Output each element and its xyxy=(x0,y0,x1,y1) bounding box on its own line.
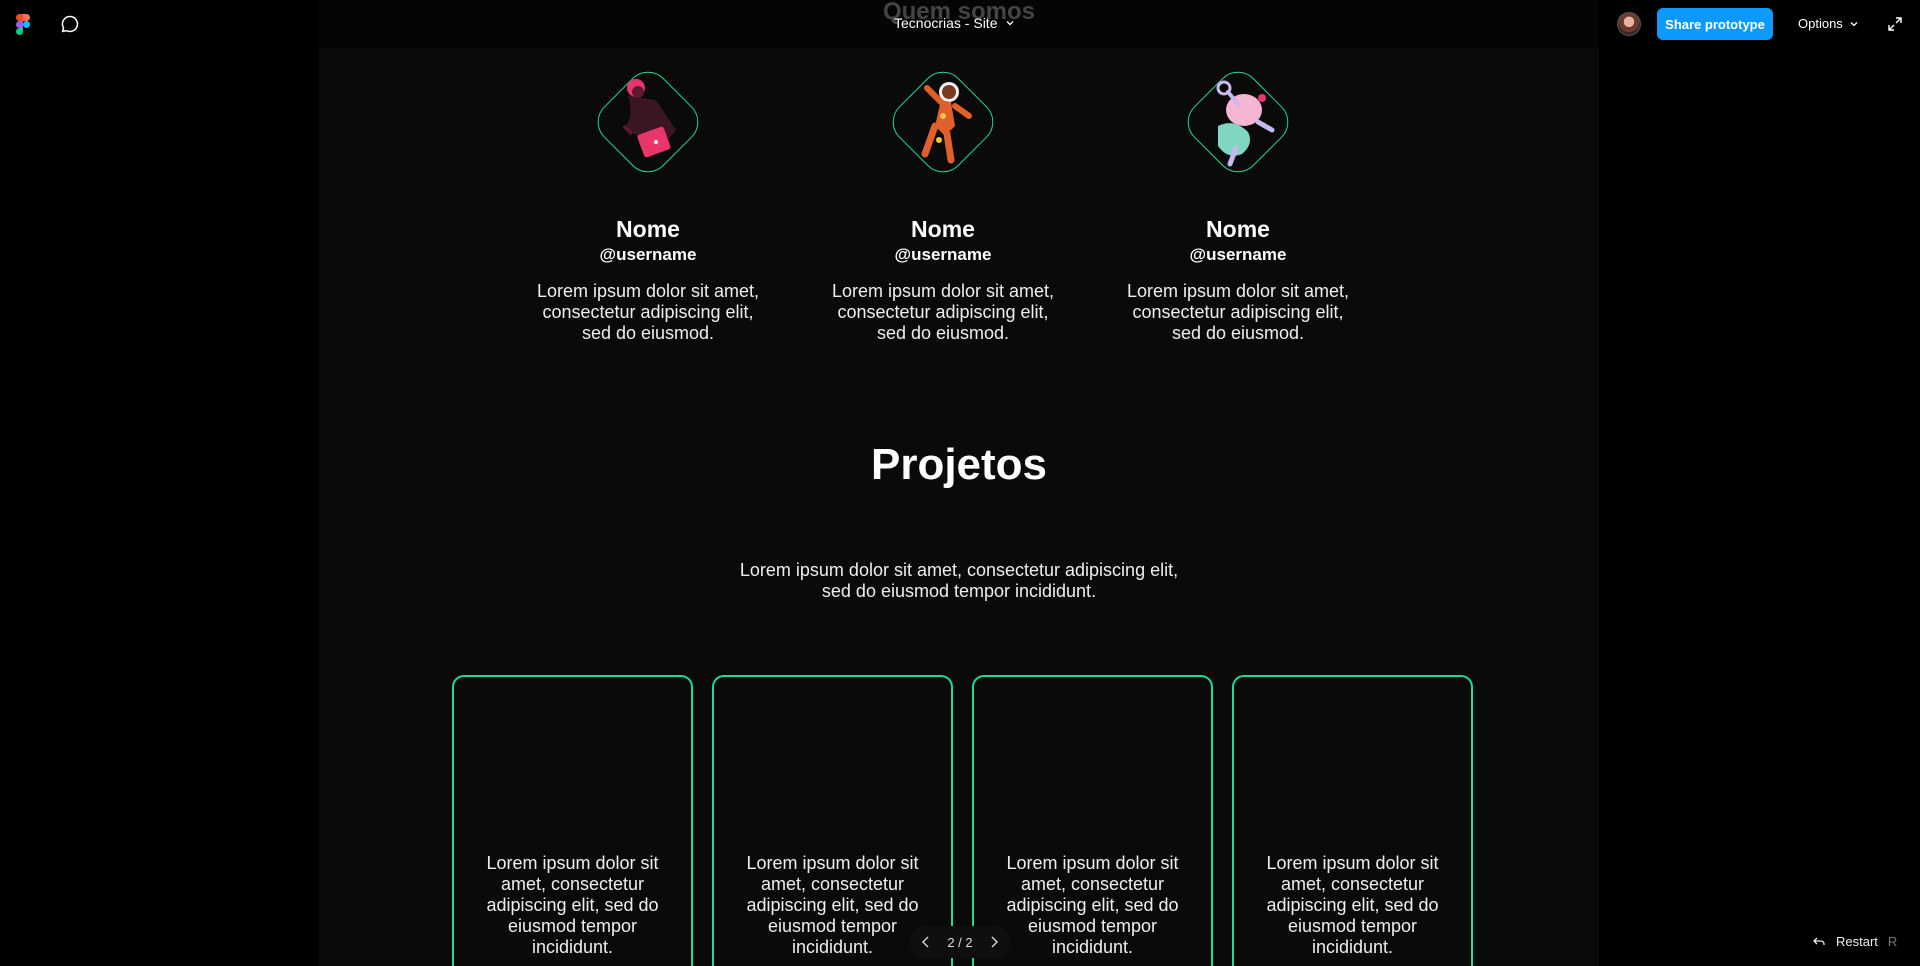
astronaut-icon xyxy=(921,82,972,164)
project-card[interactable]: Lorem ipsum dolor sit amet, consectetur … xyxy=(1232,675,1473,966)
member-description: Lorem ipsum dolor sit amet, consectetur … xyxy=(536,281,760,343)
restart-button[interactable]: Restart R xyxy=(1812,934,1897,949)
person-laptop-icon xyxy=(622,79,676,158)
member-avatar xyxy=(588,62,708,182)
comment-icon[interactable] xyxy=(60,14,80,34)
chevron-right-icon[interactable] xyxy=(986,934,1002,950)
page-navigator: 2 / 2 xyxy=(910,926,1010,958)
member-description: Lorem ipsum dolor sit amet, consectetur … xyxy=(1126,281,1350,343)
member-card: Nome @username Lorem ipsum dolor sit ame… xyxy=(1118,62,1358,344)
file-title: Tecnocrias - Site xyxy=(894,15,998,31)
member-name: Nome xyxy=(911,216,975,242)
member-name: Nome xyxy=(616,216,680,242)
projects-title: Projetos xyxy=(870,440,1048,489)
member-username: @username xyxy=(1189,245,1287,264)
restart-icon xyxy=(1813,937,1825,945)
member-description: Lorem ipsum dolor sit amet, consectetur … xyxy=(831,281,1055,343)
member-card: Nome @username Lorem ipsum dolor sit ame… xyxy=(823,62,1063,344)
page-indicator: 2 / 2 xyxy=(947,934,973,950)
member-username: @username xyxy=(599,245,697,264)
file-title-menu[interactable]: Tecnocrias - Site xyxy=(894,15,1015,31)
restart-shortcut-key: R xyxy=(1887,934,1898,949)
chevron-down-icon xyxy=(1850,21,1858,26)
project-card-text: Lorem ipsum dolor sit amet, consectetur … xyxy=(746,853,919,957)
project-card-text: Lorem ipsum dolor sit amet, consectetur … xyxy=(486,853,659,957)
project-card[interactable]: Lorem ipsum dolor sit amet, consectetur … xyxy=(712,675,953,966)
avatar[interactable] xyxy=(1617,12,1641,36)
projects-description: Lorem ipsum dolor sit amet, consectetur … xyxy=(739,560,1179,601)
project-card[interactable]: Lorem ipsum dolor sit amet, consectetur … xyxy=(972,675,1213,966)
project-card-text: Lorem ipsum dolor sit amet, consectetur … xyxy=(1006,853,1179,957)
floating-person-icon xyxy=(1216,80,1275,167)
member-username: @username xyxy=(894,245,992,264)
share-prototype-button[interactable]: Share prototype xyxy=(1657,8,1773,40)
figma-logo-icon[interactable] xyxy=(16,14,30,35)
prototype-frame: Quem somos Nome @username Lorem ipsum do… xyxy=(319,0,1599,966)
chevron-down-icon xyxy=(1007,21,1014,26)
member-avatar xyxy=(1178,62,1298,182)
member-name: Nome xyxy=(1206,216,1270,242)
restart-label: Restart xyxy=(1836,934,1878,949)
options-menu[interactable]: Options xyxy=(1798,16,1859,31)
chevron-left-icon[interactable] xyxy=(918,934,934,950)
options-label: Options xyxy=(1798,16,1843,31)
project-card-text: Lorem ipsum dolor sit amet, consectetur … xyxy=(1266,853,1439,957)
figma-toolbar: Tecnocrias - Site Share prototype Option… xyxy=(0,0,1920,48)
project-card[interactable]: Lorem ipsum dolor sit amet, consectetur … xyxy=(452,675,693,966)
expand-icon[interactable] xyxy=(1887,16,1903,32)
member-card: Nome @username Lorem ipsum dolor sit ame… xyxy=(528,62,768,344)
member-avatar xyxy=(883,62,1003,182)
